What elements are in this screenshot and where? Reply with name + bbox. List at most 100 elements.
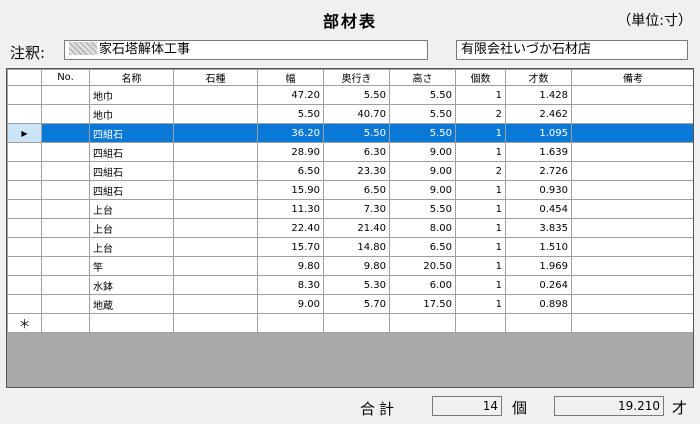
column-header-depth[interactable]: 奥行き [323,69,390,86]
cell-remarks[interactable] [571,142,693,162]
cell-width[interactable]: 36.20 [257,123,324,143]
cell-depth[interactable]: 5.70 [323,294,390,314]
cell-width[interactable]: 47.20 [257,85,324,105]
cell-stone-type[interactable] [173,199,258,219]
table-row[interactable]: 四組石 15.90 6.50 9.00 1 0.930 [7,180,693,200]
cell-depth[interactable]: 23.30 [323,161,390,181]
cell-quantity[interactable]: 1 [455,123,506,143]
row-selector[interactable] [7,237,42,257]
table-row[interactable]: 四組石 28.90 6.30 9.00 1 1.639 [7,142,693,162]
new-row-cell[interactable] [89,313,174,333]
column-header-remarks[interactable]: 備考 [571,69,693,86]
column-header-height[interactable]: 高さ [389,69,456,86]
cell-remarks[interactable] [571,180,693,200]
table-row[interactable]: 地蔵 9.00 5.70 17.50 1 0.898 [7,294,693,314]
cell-height[interactable]: 9.00 [389,161,456,181]
row-selector[interactable] [7,218,42,238]
cell-name[interactable]: 四組石 [89,161,174,181]
cell-width[interactable]: 22.40 [257,218,324,238]
cell-sai[interactable]: 1.969 [505,256,572,276]
table-row[interactable]: 地巾 5.50 40.70 5.50 2 2.462 [7,104,693,124]
cell-remarks[interactable] [571,85,693,105]
new-row-cell[interactable] [455,313,506,333]
cell-sai[interactable]: 1.639 [505,142,572,162]
cell-no[interactable] [41,218,90,238]
cell-sai[interactable]: 3.835 [505,218,572,238]
cell-no[interactable] [41,180,90,200]
new-row-cell[interactable] [389,313,456,333]
cell-sai[interactable]: 1.510 [505,237,572,257]
new-row[interactable]: ＊ [7,313,693,333]
row-selector[interactable] [7,142,42,162]
cell-sai[interactable]: 0.898 [505,294,572,314]
table-row[interactable]: 上台 11.30 7.30 5.50 1 0.454 [7,199,693,219]
cell-no[interactable] [41,85,90,105]
cell-name[interactable]: 竿 [89,256,174,276]
cell-width[interactable]: 11.30 [257,199,324,219]
cell-height[interactable]: 5.50 [389,104,456,124]
cell-no[interactable] [41,237,90,257]
cell-no[interactable] [41,123,90,143]
cell-quantity[interactable]: 1 [455,275,506,295]
column-header-stone-type[interactable]: 石種 [173,69,258,86]
cell-no[interactable] [41,104,90,124]
cell-height[interactable]: 20.50 [389,256,456,276]
cell-remarks[interactable] [571,256,693,276]
cell-name[interactable]: 地蔵 [89,294,174,314]
cell-name[interactable]: 四組石 [89,180,174,200]
note-field[interactable]: 家石塔解体工事 [64,40,428,60]
cell-sai[interactable]: 0.454 [505,199,572,219]
table-row[interactable]: 上台 22.40 21.40 8.00 1 3.835 [7,218,693,238]
cell-sai[interactable]: 2.726 [505,161,572,181]
cell-width[interactable]: 5.50 [257,104,324,124]
cell-stone-type[interactable] [173,142,258,162]
cell-height[interactable]: 8.00 [389,218,456,238]
column-header-quantity[interactable]: 個数 [455,69,506,86]
cell-no[interactable] [41,199,90,219]
cell-remarks[interactable] [571,218,693,238]
cell-width[interactable]: 6.50 [257,161,324,181]
table-row[interactable]: 地巾 47.20 5.50 5.50 1 1.428 [7,85,693,105]
cell-sai[interactable]: 1.428 [505,85,572,105]
cell-width[interactable]: 9.00 [257,294,324,314]
cell-sai[interactable]: 2.462 [505,104,572,124]
cell-remarks[interactable] [571,294,693,314]
row-selector[interactable] [7,104,42,124]
cell-name[interactable]: 地巾 [89,104,174,124]
column-header-width[interactable]: 幅 [257,69,324,86]
cell-depth[interactable]: 5.50 [323,85,390,105]
cell-height[interactable]: 6.00 [389,275,456,295]
new-row-cell[interactable] [505,313,572,333]
cell-width[interactable]: 28.90 [257,142,324,162]
table-row[interactable]: ▶ 四組石 36.20 5.50 5.50 1 1.095 [7,123,693,143]
cell-height[interactable]: 6.50 [389,237,456,257]
cell-stone-type[interactable] [173,294,258,314]
row-selector[interactable] [7,161,42,181]
new-row-cell[interactable] [173,313,258,333]
cell-name[interactable]: 上台 [89,218,174,238]
cell-depth[interactable]: 9.80 [323,256,390,276]
row-selector[interactable] [7,275,42,295]
cell-width[interactable]: 9.80 [257,256,324,276]
row-selector[interactable] [7,199,42,219]
cell-depth[interactable]: 6.30 [323,142,390,162]
cell-height[interactable]: 9.00 [389,180,456,200]
cell-stone-type[interactable] [173,85,258,105]
cell-depth[interactable]: 40.70 [323,104,390,124]
cell-width[interactable]: 15.70 [257,237,324,257]
cell-quantity[interactable]: 1 [455,85,506,105]
cell-remarks[interactable] [571,199,693,219]
cell-name[interactable]: 水鉢 [89,275,174,295]
cell-height[interactable]: 5.50 [389,85,456,105]
cell-quantity[interactable]: 1 [455,294,506,314]
parts-table-grid[interactable]: No. 名称 石種幅奥行き 高さ 個数 才数 備考 地巾 47.20 5.50 5.50 1 1.42… [6,68,694,388]
table-row[interactable]: 上台 15.70 14.80 6.50 1 1.510 [7,237,693,257]
cell-depth[interactable]: 14.80 [323,237,390,257]
cell-stone-type[interactable] [173,237,258,257]
table-row[interactable]: 水鉢 8.30 5.30 6.00 1 0.264 [7,275,693,295]
cell-quantity[interactable]: 1 [455,256,506,276]
cell-no[interactable] [41,275,90,295]
row-selector[interactable] [7,180,42,200]
cell-quantity[interactable]: 1 [455,237,506,257]
cell-quantity[interactable]: 2 [455,161,506,181]
